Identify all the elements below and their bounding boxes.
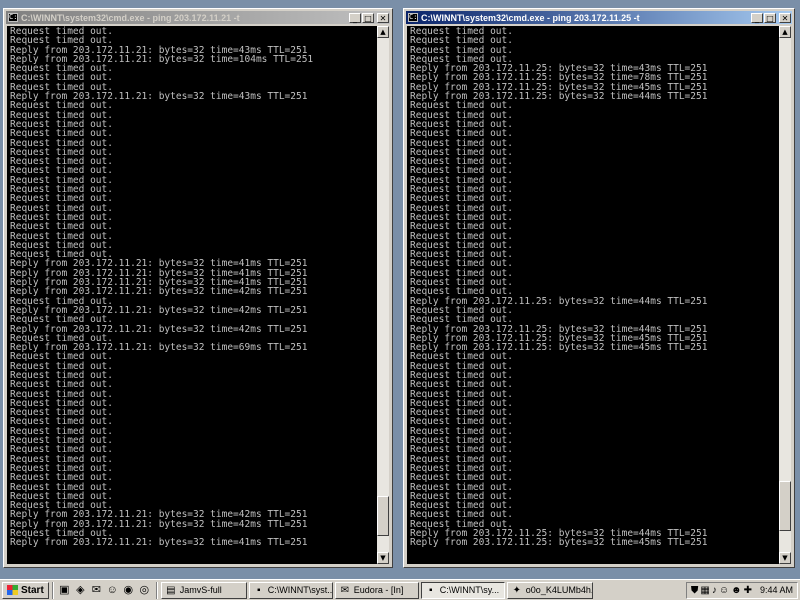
console-text: Request timed out. Request timed out. Re… (10, 26, 314, 549)
taskbar-button[interactable]: ▤ JamvS-full (160, 581, 247, 599)
cmd-icon: ▪ (257, 584, 261, 596)
cmd-icon[interactable]: C: (408, 13, 418, 22)
taskbar-button-label: C:\WINNT\sy... (439, 585, 500, 595)
maximize-button[interactable]: □ (764, 12, 776, 23)
minimize-button[interactable]: _ (751, 12, 763, 23)
folder-icon: ▤ (166, 584, 176, 596)
network-icon[interactable]: ▦ (700, 585, 709, 596)
chat-icon: ✦ (512, 584, 521, 596)
cmd-window-right[interactable]: C: C:\WINNT\system32\cmd.exe - ping 203.… (403, 8, 795, 568)
window-title: C:\WINNT\system32\cmd.exe - ping 203.172… (421, 12, 640, 23)
close-button[interactable]: ✕ (779, 12, 791, 23)
title-bar[interactable]: C: C:\WINNT\system32\cmd.exe - ping 203.… (6, 11, 390, 24)
maximize-button[interactable]: □ (362, 12, 374, 23)
console-output[interactable]: Request timed out. Request timed out. Re… (407, 26, 779, 564)
taskbar-button-label: o0o_K4LUMb4h... (525, 585, 593, 595)
taskbar-button[interactable]: ✉ Eudora - [In] (334, 581, 419, 599)
explorer-icon[interactable]: ◈ (73, 583, 88, 598)
antivirus-icon[interactable]: ✚ (744, 585, 752, 596)
quick-launch-bar: ▣ ◈ ✉ ☺ ◉ ◎ (57, 583, 153, 598)
scroll-up-arrow-icon[interactable]: ▲ (377, 26, 389, 38)
console-output[interactable]: Request timed out. Request timed out. Re… (7, 26, 377, 564)
scroll-up-arrow-icon[interactable]: ▲ (779, 26, 791, 38)
clock[interactable]: 9:44 AM (760, 585, 793, 595)
vertical-scrollbar[interactable]: ▲ ▼ (377, 26, 389, 564)
taskbar-button[interactable]: ▪ C:\WINNT\sy... (420, 581, 505, 599)
title-bar[interactable]: C: C:\WINNT\system32\cmd.exe - ping 203.… (406, 11, 792, 24)
eudora-icon: ✉ (340, 584, 349, 596)
scroll-thumb[interactable] (779, 481, 791, 531)
scroll-down-arrow-icon[interactable]: ▼ (377, 552, 389, 564)
desktop-icon[interactable]: ▣ (57, 583, 72, 598)
yahoo-tray-icon[interactable]: ☻ (731, 585, 742, 596)
messenger-tray-icon[interactable]: ☺ (719, 585, 729, 596)
cmd-icon: ▪ (429, 584, 433, 596)
system-tray: ⛊ ▦ ♪ ☺ ☻ ✚ 9:44 AM (685, 581, 798, 599)
close-button[interactable]: ✕ (377, 12, 389, 23)
chrome-icon[interactable]: ◉ (121, 583, 136, 598)
scroll-down-arrow-icon[interactable]: ▼ (779, 552, 791, 564)
messenger-icon[interactable]: ☺ (105, 583, 120, 598)
taskbar: Start ▣ ◈ ✉ ☺ ◉ ◎ ▤ JamvS-full ▪ C:\WINNT\syst..… (0, 579, 800, 600)
start-label: Start (21, 584, 44, 596)
window-title: C:\WINNT\system32\cmd.exe - ping 203.172… (21, 12, 240, 23)
cmd-icon[interactable]: C: (8, 13, 18, 22)
separator (155, 581, 158, 599)
taskbar-button-label: Eudora - [In] (353, 585, 404, 595)
taskbar-button-label: C:\WINNT\syst... (267, 585, 333, 595)
taskbar-button[interactable]: ✦ o0o_K4LUMb4h... (506, 581, 593, 599)
firefox-icon[interactable]: ◎ (137, 583, 152, 598)
email-icon[interactable]: ✉ (89, 583, 104, 598)
taskbar-button[interactable]: ▪ C:\WINNT\syst... (248, 581, 333, 599)
minimize-button[interactable]: _ (349, 12, 361, 23)
separator (51, 581, 54, 599)
taskbar-button-label: JamvS-full (179, 585, 222, 595)
tray-icons: ⛊ ▦ ♪ ☺ ☻ ✚ (691, 585, 754, 596)
shield-icon[interactable]: ⛊ (691, 585, 699, 596)
vertical-scrollbar[interactable]: ▲ ▼ (779, 26, 791, 564)
cmd-window-left[interactable]: C: C:\WINNT\system32\cmd.exe - ping 203.… (3, 8, 393, 568)
console-text: Request timed out. Request timed out. Re… (410, 26, 708, 549)
windows-logo-icon (7, 585, 18, 595)
start-button[interactable]: Start (2, 581, 49, 599)
task-buttons: ▤ JamvS-full ▪ C:\WINNT\syst... ✉ Eudora - [I… (160, 581, 595, 599)
scroll-thumb[interactable] (377, 496, 389, 536)
speaker-icon[interactable]: ♪ (712, 585, 717, 596)
